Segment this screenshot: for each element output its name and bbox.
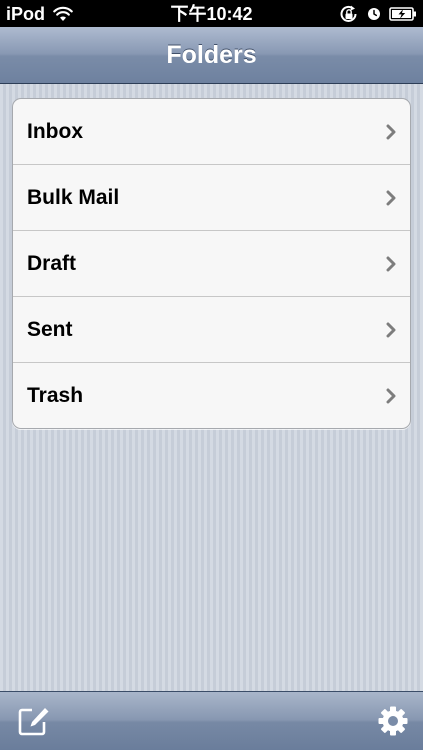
status-right xyxy=(331,4,417,24)
chevron-right-icon xyxy=(386,322,396,338)
folder-label: Bulk Mail xyxy=(27,186,120,209)
bottom-toolbar xyxy=(0,691,423,750)
battery-charging-icon xyxy=(389,7,416,21)
alarm-clock-icon xyxy=(368,8,380,20)
folder-list: Inbox Bulk Mail Draft Sent Trash xyxy=(12,98,411,429)
navigation-bar: Folders xyxy=(0,27,423,84)
folder-row-trash[interactable]: Trash xyxy=(13,363,410,428)
gear-icon[interactable] xyxy=(377,705,409,737)
folder-label: Draft xyxy=(27,252,77,275)
chevron-right-icon xyxy=(386,388,396,404)
folder-row-sent[interactable]: Sent xyxy=(13,297,410,363)
chevron-right-icon xyxy=(386,256,396,272)
folder-label: Sent xyxy=(27,318,73,341)
status-bar: iPod 下午10:42 xyxy=(0,0,423,27)
folder-row-draft[interactable]: Draft xyxy=(13,231,410,297)
folder-label: Trash xyxy=(27,384,84,407)
chevron-right-icon xyxy=(386,190,396,206)
chevron-right-icon xyxy=(386,124,396,140)
rotation-lock-icon xyxy=(340,5,357,22)
folder-label: Inbox xyxy=(27,120,83,143)
folder-row-inbox[interactable]: Inbox xyxy=(13,99,410,165)
folder-row-bulk-mail[interactable]: Bulk Mail xyxy=(13,165,410,231)
page-title: Folders xyxy=(166,41,257,69)
compose-icon[interactable] xyxy=(18,706,50,736)
